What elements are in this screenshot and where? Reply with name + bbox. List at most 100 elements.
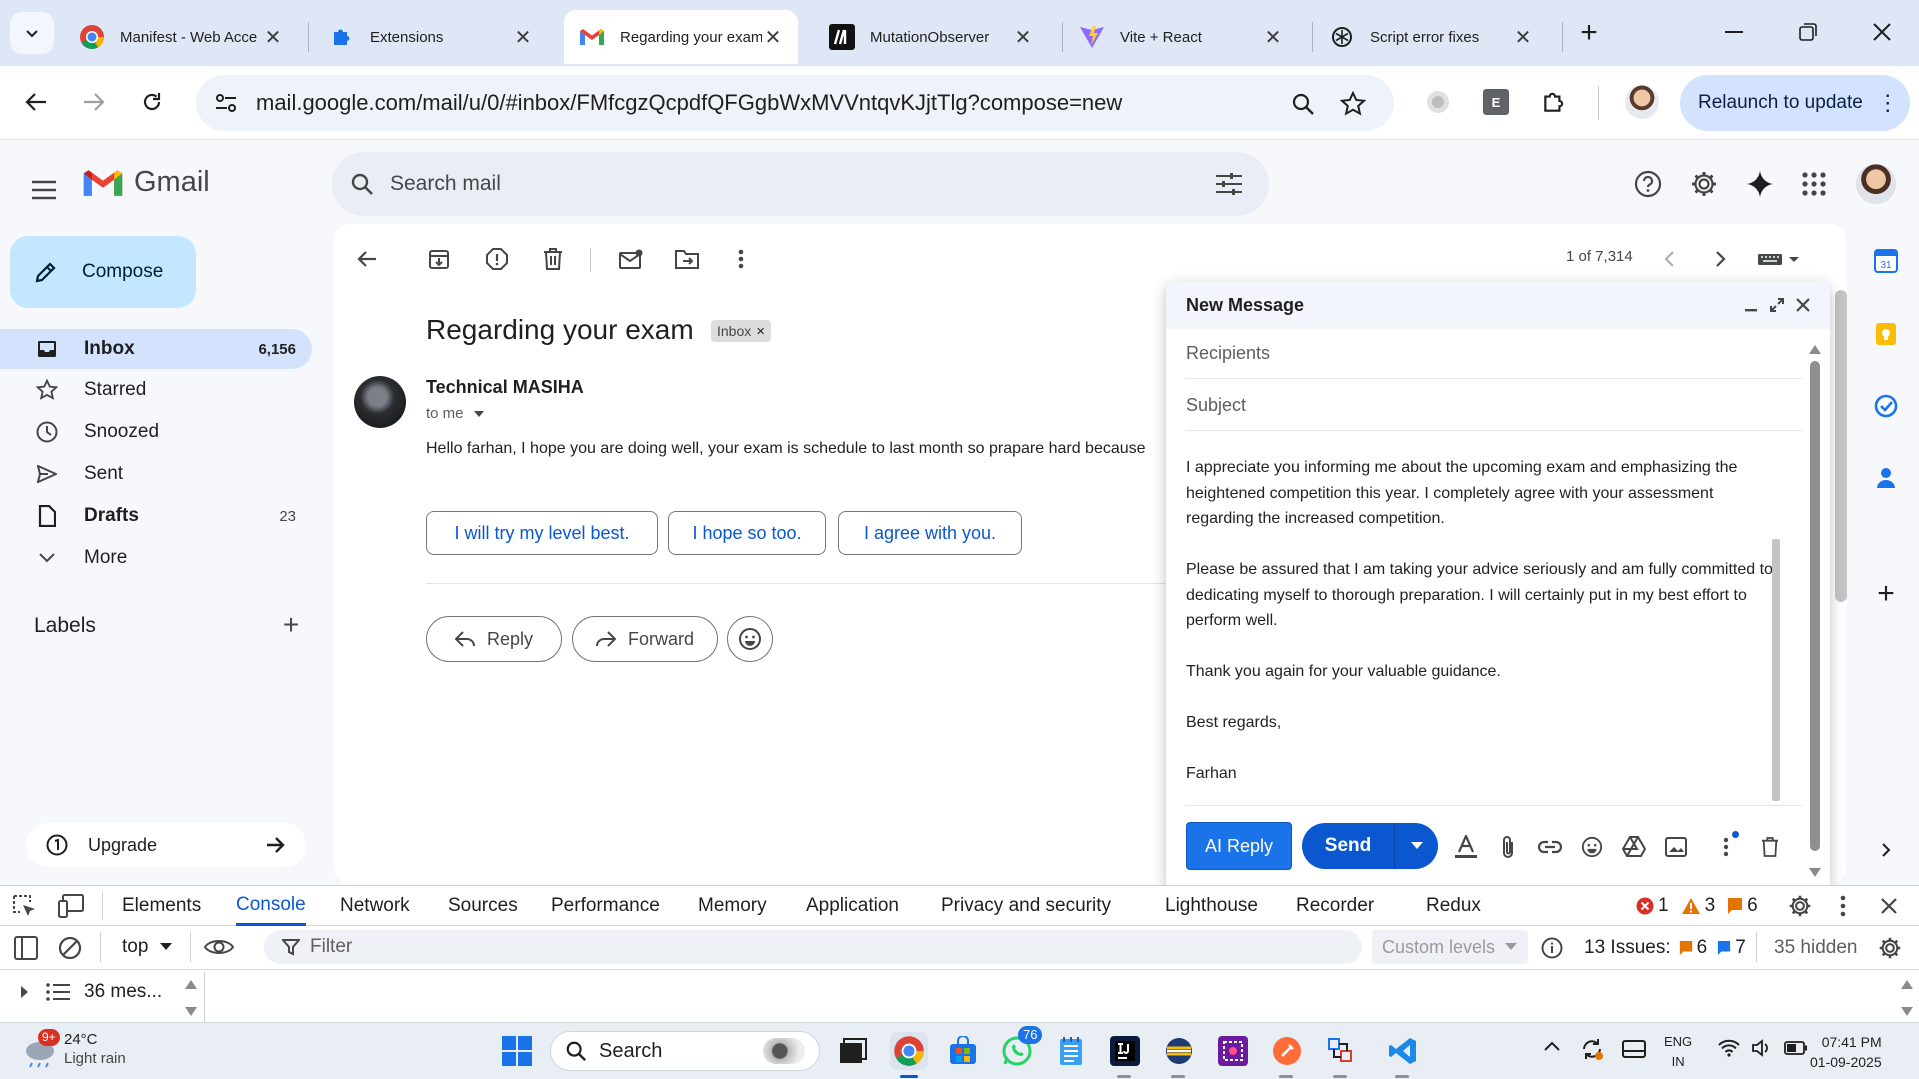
taskbar-intellij[interactable] — [1106, 1032, 1144, 1070]
close-icon[interactable]: ✕ — [262, 26, 284, 49]
close-icon[interactable]: ✕ — [762, 26, 784, 49]
language-indicator[interactable]: ENG IN — [1664, 1032, 1692, 1072]
mark-unread-button[interactable] — [614, 242, 648, 276]
taskbar-whatsapp[interactable]: 76 — [998, 1026, 1043, 1070]
inspect-element-button[interactable] — [12, 894, 38, 920]
show-side-panel-button[interactable] — [1870, 834, 1902, 866]
compose-header[interactable]: New Message — [1166, 281, 1830, 329]
tab-vite-react[interactable]: Vite + React ✕ — [1064, 10, 1298, 64]
restore-button[interactable] — [1780, 14, 1836, 50]
console-settings-button[interactable] — [1878, 936, 1902, 960]
gmail-logo[interactable]: Gmail — [82, 166, 210, 199]
move-to-button[interactable] — [670, 242, 704, 276]
console-filter-input[interactable]: Filter — [264, 930, 1362, 964]
apps-button[interactable] — [1794, 164, 1834, 204]
tab-search-button[interactable] — [10, 12, 54, 54]
bookmark-star-icon[interactable] — [1338, 89, 1368, 119]
back-to-inbox-button[interactable] — [350, 242, 384, 276]
devtools-tab-performance[interactable]: Performance — [551, 886, 660, 926]
context-selector[interactable]: top — [122, 936, 173, 958]
close-icon[interactable]: ✕ — [1012, 26, 1034, 49]
devtools-tab-elements[interactable]: Elements — [122, 886, 201, 926]
taskbar-search[interactable]: Search — [550, 1031, 820, 1071]
drive-tray-icon[interactable] — [1622, 1039, 1646, 1059]
close-icon[interactable]: ✕ — [1512, 26, 1534, 49]
reply-button[interactable]: Reply — [426, 616, 562, 662]
taskbar-snipping[interactable] — [1214, 1032, 1252, 1070]
compose-button[interactable]: Compose — [10, 236, 196, 308]
devtools-tab-network[interactable]: Network — [340, 886, 410, 926]
devtools-tab-application[interactable]: Application — [806, 886, 899, 926]
new-tab-button[interactable]: + — [1572, 16, 1606, 50]
ai-reply-button[interactable]: AI Reply — [1186, 822, 1292, 870]
newer-button[interactable] — [1652, 242, 1686, 276]
more-options-button[interactable] — [724, 242, 758, 276]
tab-script-error-fixes[interactable]: Script error fixes ✕ — [1314, 10, 1548, 64]
smart-reply-3[interactable]: I agree with you. — [838, 511, 1022, 555]
send-button[interactable]: Send — [1302, 823, 1438, 869]
devtools-tab-privacy[interactable]: Privacy and security — [941, 886, 1111, 926]
help-button[interactable] — [1628, 164, 1668, 204]
compose-body-scrollbar[interactable] — [1772, 539, 1780, 801]
address-bar[interactable]: mail.google.com/mail/u/0/#inbox/FMfcgzQc… — [196, 75, 1394, 131]
minimize-button[interactable] — [1706, 14, 1762, 50]
older-button[interactable] — [1704, 242, 1738, 276]
insert-link-button[interactable] — [1536, 833, 1564, 861]
contacts-app-button[interactable] — [1870, 462, 1902, 494]
devtools-tab-redux[interactable]: Redux — [1426, 886, 1481, 926]
report-spam-button[interactable] — [480, 242, 514, 276]
gemini-button[interactable] — [1740, 164, 1780, 204]
main-menu-button[interactable] — [26, 170, 66, 210]
add-addon-button[interactable]: + — [1870, 577, 1902, 610]
close-compose-button[interactable] — [1792, 293, 1814, 317]
forward-button[interactable] — [72, 80, 116, 124]
site-info-icon[interactable] — [214, 91, 238, 115]
console-scroll-arrows[interactable] — [1900, 978, 1914, 1018]
show-hidden-icons-button[interactable] — [1544, 1041, 1560, 1051]
search-icon[interactable] — [350, 172, 374, 196]
device-toolbar-button[interactable] — [58, 894, 86, 918]
search-options-icon[interactable] — [1216, 172, 1242, 196]
system-tray[interactable] — [1718, 1039, 1808, 1057]
input-tools-button[interactable] — [1754, 242, 1804, 276]
taskbar-postman[interactable] — [1268, 1032, 1306, 1070]
tab-extensions[interactable]: Extensions ✕ — [314, 10, 548, 64]
add-label-button[interactable]: + — [276, 609, 306, 640]
back-button[interactable] — [14, 80, 58, 124]
tab-mutationobserver[interactable]: MutationObserver ✕ — [814, 10, 1048, 64]
profile-button[interactable] — [1620, 80, 1664, 124]
recipients-field[interactable]: Recipients — [1186, 329, 1802, 379]
devtools-tab-recorder[interactable]: Recorder — [1296, 886, 1374, 926]
window-close-button[interactable] — [1854, 14, 1910, 50]
log-levels-dropdown[interactable]: Custom levels — [1372, 930, 1528, 964]
issues-counter[interactable]: 13 Issues: 6 7 — [1584, 937, 1746, 959]
clock[interactable]: 07:41 PM 01-09-2025 — [1810, 1032, 1882, 1072]
account-button[interactable] — [1854, 162, 1898, 206]
insert-drive-button[interactable] — [1620, 833, 1648, 861]
taskbar-chrome[interactable] — [890, 1032, 928, 1070]
smart-reply-1[interactable]: I will try my level best. — [426, 511, 658, 555]
taskbar-vscode[interactable] — [1384, 1032, 1422, 1070]
keep-app-button[interactable] — [1870, 318, 1902, 350]
forward-button[interactable]: Forward — [572, 616, 718, 662]
tasks-app-button[interactable] — [1870, 390, 1902, 422]
taskbar-notepad[interactable] — [1052, 1032, 1090, 1070]
message-pane-scrollbar[interactable] — [1835, 290, 1847, 602]
clear-console-button[interactable] — [58, 936, 82, 960]
compose-body[interactable]: well. I appreciate you informing me abou… — [1186, 421, 1776, 781]
taskbar-store[interactable] — [944, 1032, 982, 1070]
sync-tray-icon[interactable] — [1580, 1037, 1604, 1061]
nav-inbox[interactable]: Inbox 6,156 — [0, 329, 312, 369]
sender-name[interactable]: Technical MASIHA — [426, 377, 584, 398]
upgrade-button[interactable]: Upgrade — [26, 823, 306, 867]
search-input[interactable]: Search mail — [332, 152, 1269, 216]
devtools-tab-console[interactable]: Console — [236, 886, 306, 926]
devtools-tab-sources[interactable]: Sources — [448, 886, 518, 926]
nav-more[interactable]: More — [0, 538, 312, 578]
tab-manifest[interactable]: Manifest - Web Acce ✕ — [64, 10, 298, 64]
settings-button[interactable] — [1684, 164, 1724, 204]
devtools-tab-lighthouse[interactable]: Lighthouse — [1165, 886, 1258, 926]
insert-emoji-button[interactable] — [1578, 833, 1606, 861]
show-sidebar-button[interactable] — [14, 936, 38, 960]
extension-record-button[interactable] — [1416, 80, 1460, 124]
